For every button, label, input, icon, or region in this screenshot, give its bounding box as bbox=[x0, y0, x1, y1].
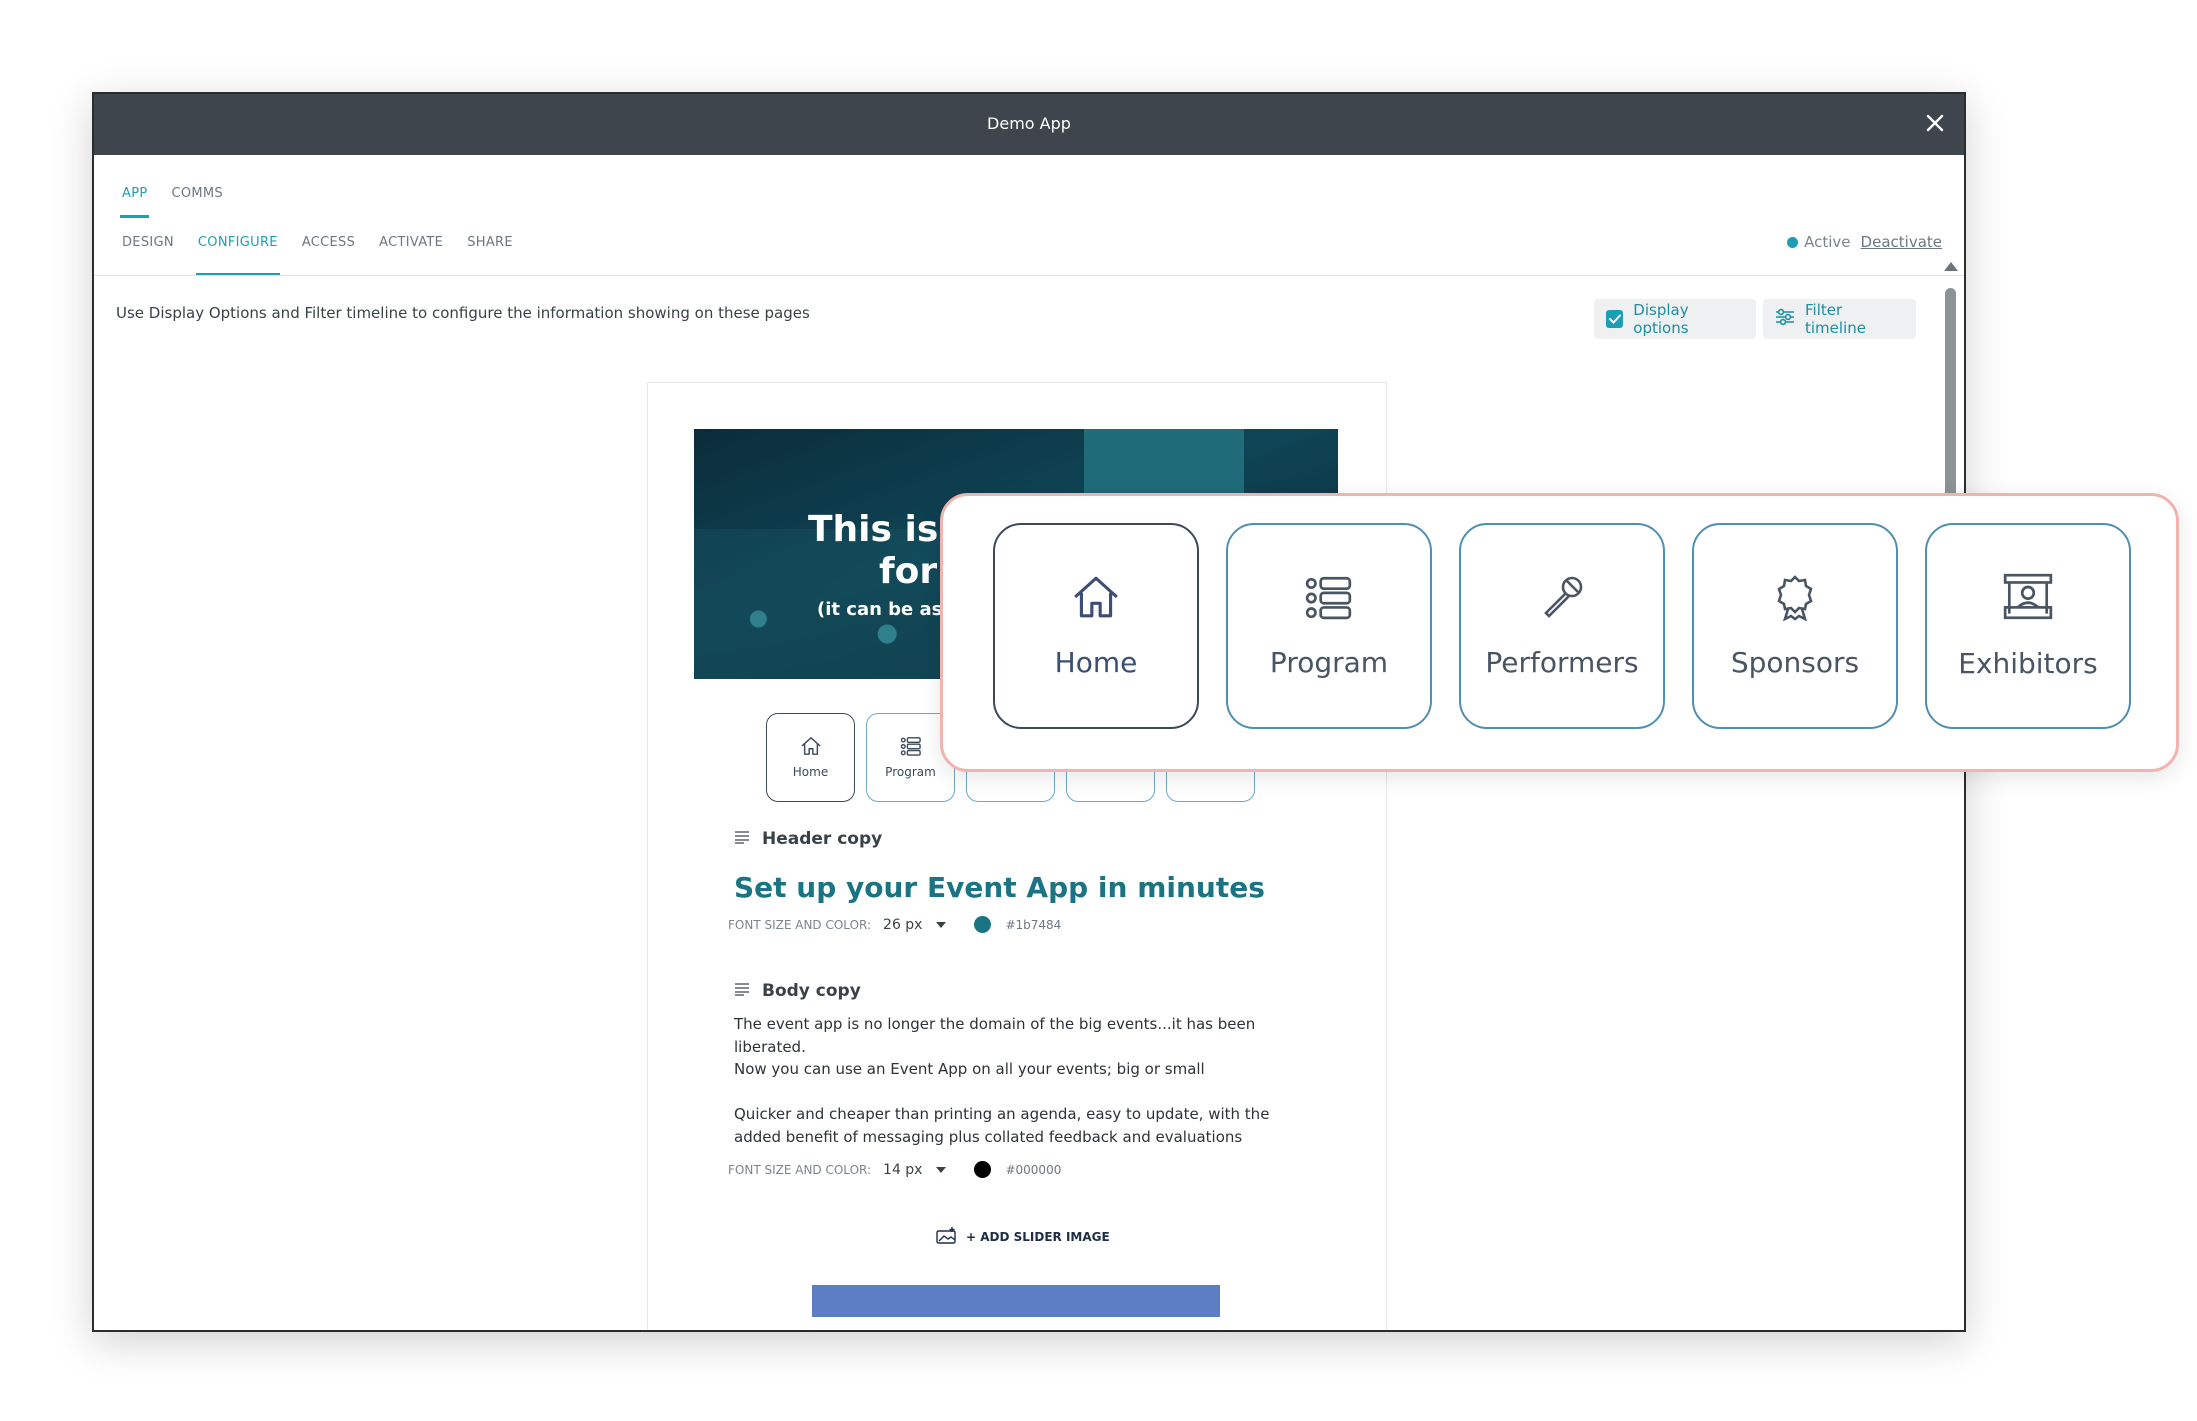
app-status: Active Deactivate bbox=[1787, 218, 1942, 266]
title-bar: Demo App bbox=[94, 94, 1964, 155]
slider-image-placeholder[interactable] bbox=[812, 1285, 1220, 1317]
hero-title-line2: for bbox=[879, 551, 938, 592]
close-icon[interactable] bbox=[1918, 106, 1952, 140]
hero-screen bbox=[1084, 429, 1244, 499]
nav-buttons-zoom-callout: Home Program Performers Sponsors Exhibit… bbox=[940, 493, 2179, 772]
tab-configure[interactable]: CONFIGURE bbox=[195, 218, 280, 276]
tab-design[interactable]: DESIGN bbox=[122, 218, 174, 276]
body-color-swatch[interactable] bbox=[974, 1161, 992, 1178]
deactivate-link[interactable]: Deactivate bbox=[1861, 233, 1942, 251]
chevron-down-icon[interactable] bbox=[936, 1166, 947, 1173]
header-font-size-select[interactable]: 26 px bbox=[883, 917, 922, 933]
zoom-nav-exhibitors-label: Exhibitors bbox=[1958, 647, 2098, 680]
status-dot-icon bbox=[1787, 236, 1799, 248]
nav-home-button[interactable]: Home bbox=[766, 713, 855, 802]
window-title: Demo App bbox=[987, 114, 1071, 133]
scrollbar[interactable] bbox=[1944, 262, 1958, 1322]
chevron-down-icon[interactable] bbox=[936, 921, 947, 928]
body-paragraph-2[interactable]: Now you can use an Event App on all your… bbox=[734, 1058, 1314, 1081]
header-copy-text[interactable]: Set up your Event App in minutes bbox=[734, 871, 1265, 904]
zoom-nav-sponsors-button[interactable]: Sponsors bbox=[1692, 523, 1898, 729]
home-icon bbox=[800, 736, 822, 759]
body-copy-label: Body copy bbox=[762, 981, 861, 1001]
zoom-nav-exhibitors-button[interactable]: Exhibitors bbox=[1925, 523, 2131, 729]
sliders-icon bbox=[1775, 308, 1795, 330]
body-color-hex: #000000 bbox=[1005, 1162, 1062, 1177]
microphone-icon bbox=[1537, 573, 1587, 628]
body-font-meta-label: FONT SIZE AND COLOR: bbox=[728, 1162, 872, 1177]
top-tabs: APP COMMS bbox=[119, 172, 223, 218]
display-options-label: Display options bbox=[1633, 301, 1689, 337]
zoom-nav-performers-button[interactable]: Performers bbox=[1459, 523, 1665, 729]
status-active-label: Active bbox=[1804, 233, 1851, 251]
tab-comms[interactable]: COMMS bbox=[171, 172, 223, 218]
tab-share[interactable]: SHARE bbox=[467, 218, 513, 276]
zoom-nav-program-label: Program bbox=[1269, 646, 1389, 679]
text-lines-icon bbox=[734, 829, 750, 849]
status-active: Active bbox=[1787, 233, 1851, 251]
award-icon bbox=[1770, 573, 1820, 628]
filter-timeline-label: Filter timeline bbox=[1805, 301, 1866, 337]
add-slider-label: + ADD SLIDER IMAGE bbox=[966, 1229, 1110, 1244]
tabs-divider bbox=[94, 275, 1964, 276]
instruction-text: Use Display Options and Filter timeline … bbox=[116, 304, 810, 322]
nav-home-label: Home bbox=[792, 765, 829, 779]
exhibitor-booth-icon bbox=[2001, 572, 2055, 629]
program-icon bbox=[900, 736, 922, 759]
header-copy-section-label: Header copy bbox=[734, 829, 882, 849]
filter-timeline-button[interactable]: Filter timeline bbox=[1763, 299, 1916, 339]
image-add-icon bbox=[936, 1226, 958, 1247]
body-paragraph-1[interactable]: The event app is no longer the domain of… bbox=[734, 1013, 1314, 1059]
sub-tabs: DESIGN CONFIGURE ACCESS ACTIVATE SHARE bbox=[122, 218, 513, 276]
body-font-size-select[interactable]: 14 px bbox=[883, 1162, 922, 1178]
zoom-nav-sponsors-label: Sponsors bbox=[1730, 646, 1860, 679]
text-lines-icon bbox=[734, 981, 750, 1001]
header-color-swatch[interactable] bbox=[974, 916, 992, 933]
hero-subtitle: (it can be as r bbox=[817, 599, 958, 620]
zoom-nav-program-button[interactable]: Program bbox=[1226, 523, 1432, 729]
header-font-meta-label: FONT SIZE AND COLOR: bbox=[728, 917, 872, 932]
body-copy-section-label: Body copy bbox=[734, 981, 861, 1001]
tab-activate[interactable]: ACTIVATE bbox=[379, 218, 443, 276]
nav-program-label: Program bbox=[885, 765, 936, 779]
add-slider-image-button[interactable]: + ADD SLIDER IMAGE bbox=[936, 1226, 1110, 1247]
display-options-button[interactable]: Display options bbox=[1594, 299, 1756, 339]
zoom-nav-performers-label: Performers bbox=[1485, 646, 1639, 679]
zoom-nav-home-button[interactable]: Home bbox=[993, 523, 1199, 729]
body-paragraph-3[interactable]: Quicker and cheaper than printing an age… bbox=[734, 1103, 1314, 1149]
home-icon bbox=[1071, 573, 1121, 628]
program-icon bbox=[1304, 573, 1354, 628]
tab-access[interactable]: ACCESS bbox=[302, 218, 355, 276]
body-font-settings: FONT SIZE AND COLOR: 14 px #000000 bbox=[728, 1161, 1061, 1178]
header-color-hex: #1b7484 bbox=[1005, 917, 1062, 932]
header-copy-label: Header copy bbox=[762, 829, 883, 849]
zoom-nav-home-label: Home bbox=[1054, 646, 1138, 679]
checkbox-checked-icon[interactable] bbox=[1606, 310, 1624, 328]
header-font-settings: FONT SIZE AND COLOR: 26 px #1b7484 bbox=[728, 916, 1061, 933]
scroll-up-arrow-icon[interactable] bbox=[1944, 262, 1958, 271]
tab-app[interactable]: APP bbox=[119, 172, 151, 218]
